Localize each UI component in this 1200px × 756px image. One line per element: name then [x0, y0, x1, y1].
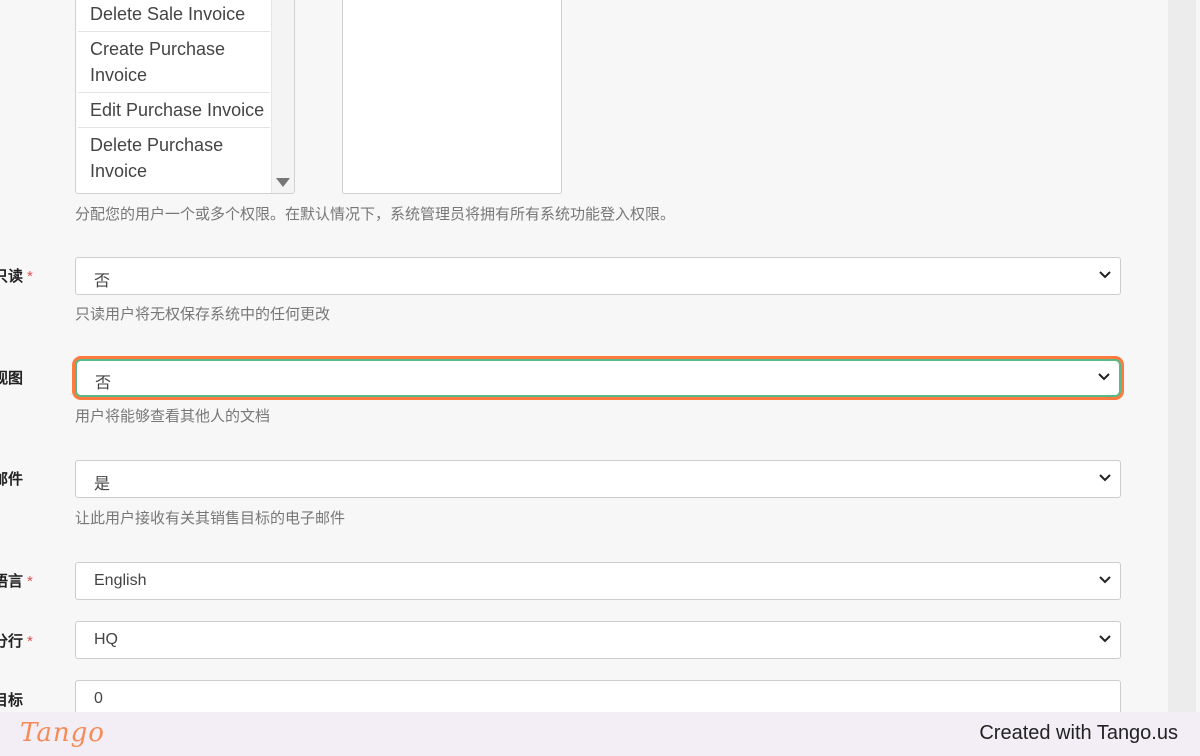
permission-item[interactable]: Delete Purchase Invoice: [78, 128, 270, 188]
chevron-down-icon: [1098, 373, 1110, 381]
target-value: 0: [94, 690, 103, 707]
created-with-tango-text[interactable]: Created with Tango.us: [979, 722, 1178, 745]
permissions-list-scrollbar[interactable]: [271, 0, 294, 193]
page-scrollbar[interactable]: [1168, 0, 1196, 712]
permission-item[interactable]: Edit Purchase Invoice: [78, 93, 270, 128]
readonly-help-text: 只读用户将无权保存系统中的任何更改: [75, 306, 331, 323]
scroll-down-arrow-icon[interactable]: [276, 178, 290, 187]
target-label: 目标: [0, 692, 24, 709]
permission-item[interactable]: Create Purchase Invoice: [78, 32, 270, 93]
branch-value: HQ: [94, 631, 118, 648]
readonly-value: 否: [94, 273, 111, 290]
tango-logo[interactable]: Tango: [20, 718, 105, 748]
view-label: 视图: [0, 370, 24, 387]
view-select[interactable]: 否: [75, 359, 1121, 397]
readonly-label: 只读 *: [0, 268, 33, 285]
chevron-down-icon: [1099, 576, 1111, 584]
language-value: English: [94, 572, 147, 589]
tango-footer: Tango Created with Tango.us: [0, 712, 1200, 756]
chevron-down-icon: [1099, 271, 1111, 279]
view-value: 否: [95, 375, 112, 392]
email-label: 邮件: [0, 471, 24, 488]
chevron-down-icon: [1099, 635, 1111, 643]
chevron-down-icon: [1099, 474, 1111, 482]
language-select[interactable]: English: [75, 562, 1121, 600]
email-value: 是: [94, 476, 111, 493]
language-label: 语言 *: [0, 573, 33, 590]
branch-select[interactable]: HQ: [75, 621, 1121, 659]
branch-label: 分行 *: [0, 633, 33, 650]
selected-permissions-list[interactable]: [342, 0, 562, 194]
permissions-list[interactable]: Delete Sale Invoice Create Purchase Invo…: [75, 0, 295, 194]
email-select[interactable]: 是: [75, 460, 1121, 498]
permissions-help-text: 分配您的用户一个或多个权限。在默认情况下，系统管理员将拥有所有系统功能登入权限。: [75, 206, 676, 223]
view-help-text: 用户将能够查看其他人的文档: [75, 408, 271, 425]
email-help-text: 让此用户接收有关其销售目标的电子邮件: [75, 510, 346, 527]
readonly-select[interactable]: 否: [75, 257, 1121, 295]
permission-item[interactable]: Delete Sale Invoice: [78, 0, 270, 32]
